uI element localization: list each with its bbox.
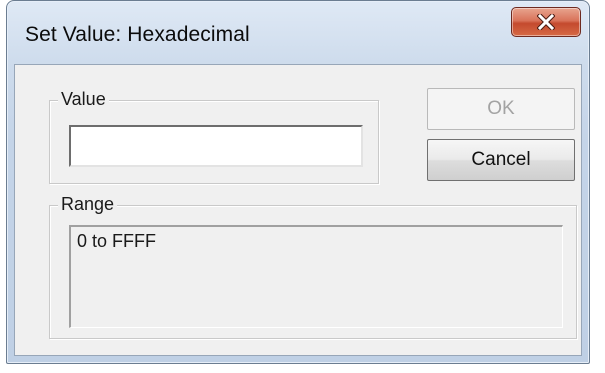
title-bar[interactable]: Set Value: Hexadecimal bbox=[7, 1, 589, 64]
range-text: 0 to FFFF bbox=[69, 225, 563, 328]
value-input[interactable] bbox=[69, 125, 363, 167]
dialog-window: Set Value: Hexadecimal Value OK Cancel R… bbox=[6, 0, 590, 364]
close-button[interactable] bbox=[511, 7, 581, 37]
value-group-label: Value bbox=[58, 89, 109, 110]
range-group-label: Range bbox=[58, 194, 118, 215]
window-title: Set Value: Hexadecimal bbox=[25, 23, 250, 46]
ok-button[interactable]: OK bbox=[427, 88, 575, 130]
close-icon bbox=[537, 14, 555, 30]
dialog-client-area: Value OK Cancel Range 0 to FFFF bbox=[14, 64, 582, 356]
cancel-button[interactable]: Cancel bbox=[427, 139, 575, 181]
